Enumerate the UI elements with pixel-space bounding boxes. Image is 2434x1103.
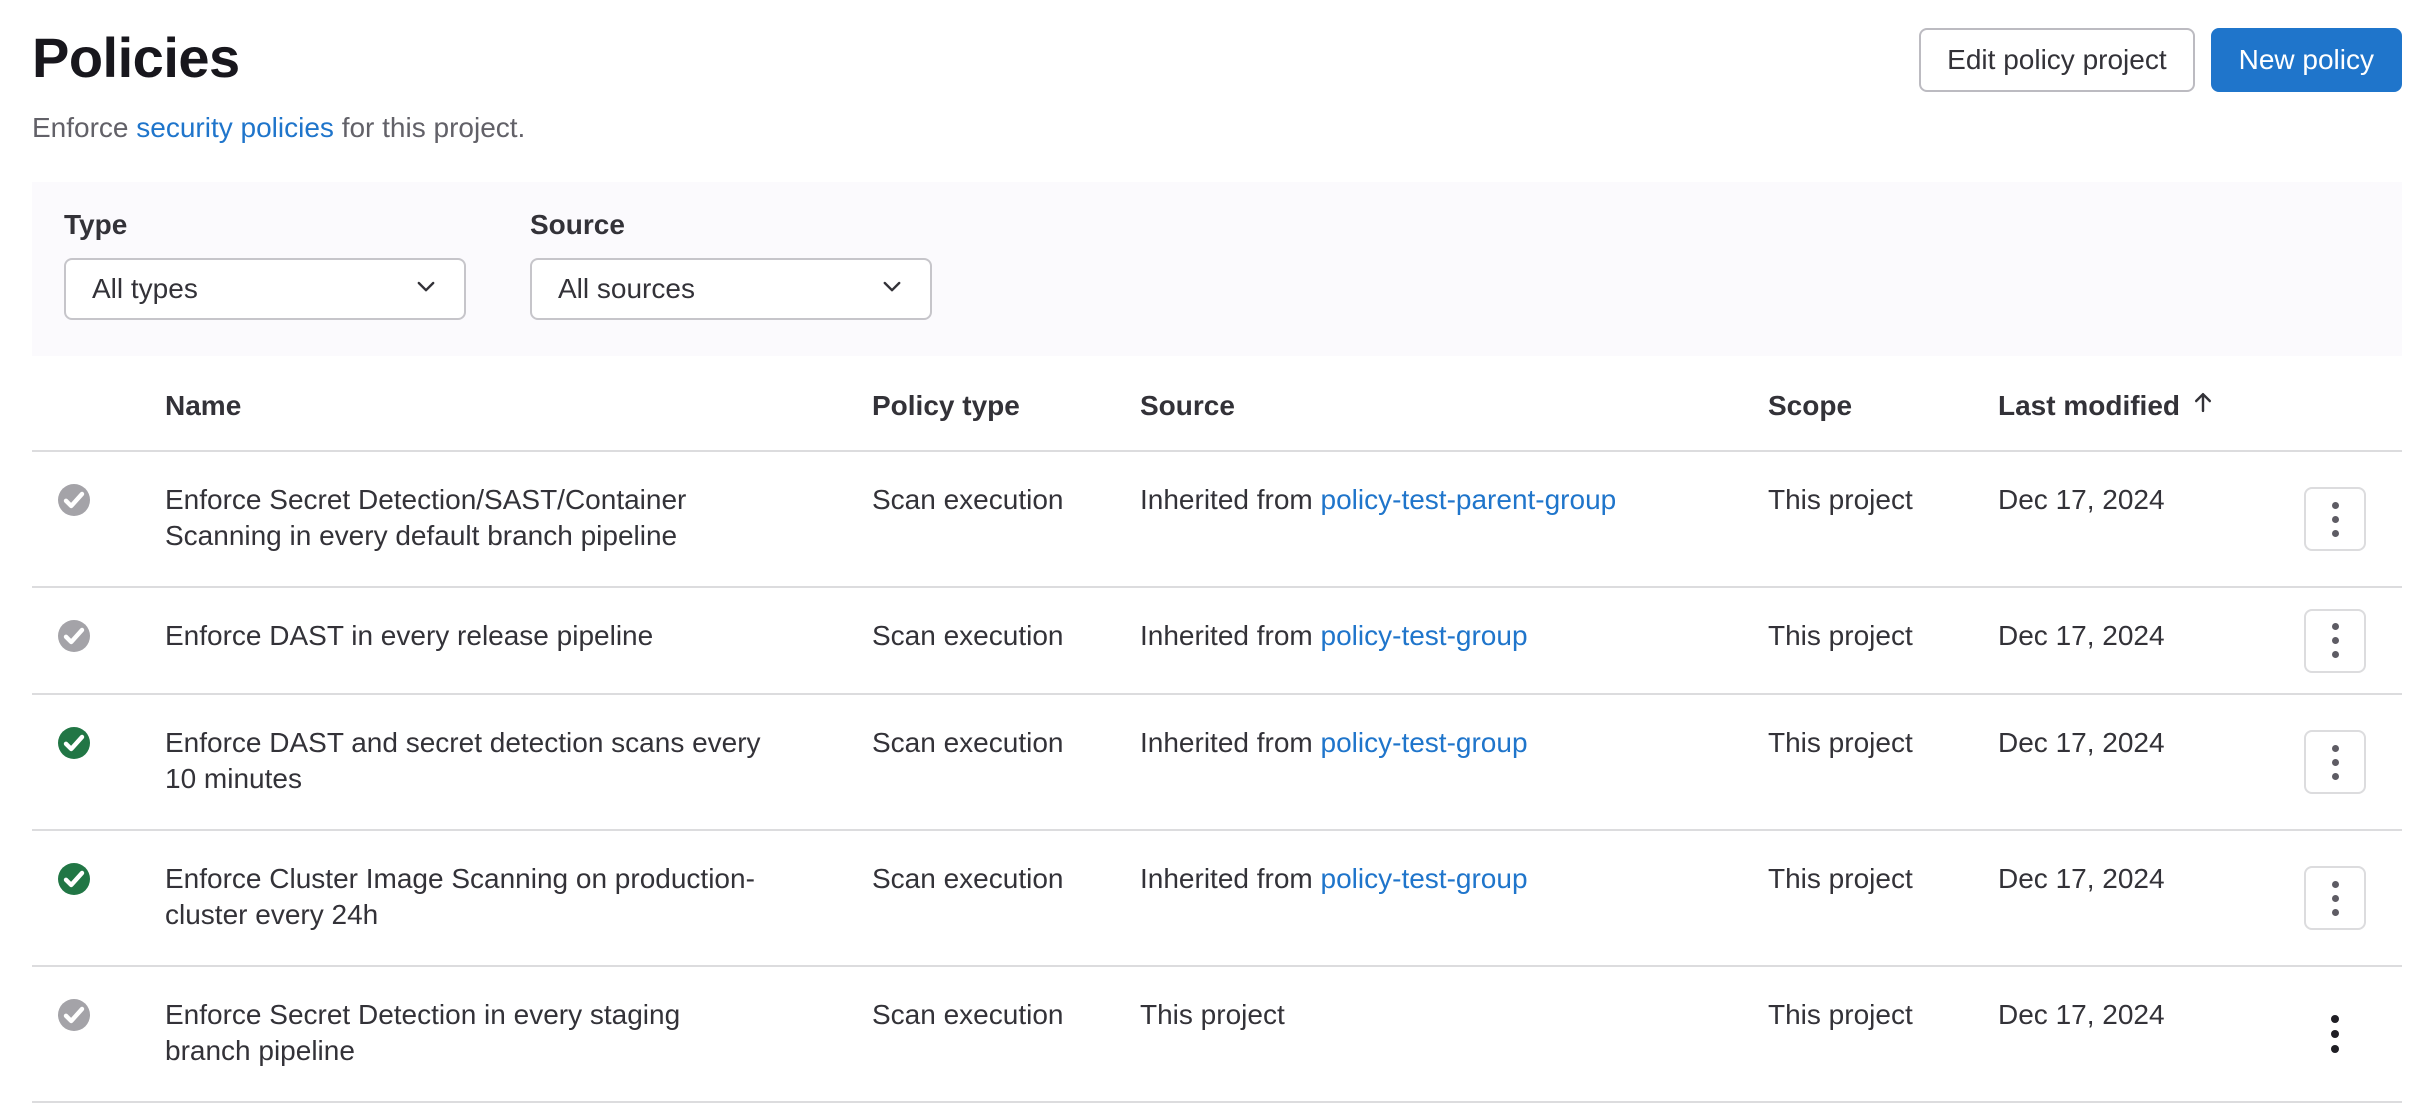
- check-circle-icon: [58, 863, 90, 895]
- kebab-menu-icon[interactable]: [2304, 866, 2366, 930]
- actions-column-header: [2290, 356, 2402, 451]
- policy-type: Scan execution: [872, 966, 1140, 1102]
- source-column-header: Source: [1140, 356, 1768, 451]
- kebab-menu-icon[interactable]: [2304, 730, 2366, 794]
- source-filter-value: All sources: [558, 273, 695, 305]
- policy-source-link[interactable]: policy-test-group: [1321, 863, 1528, 894]
- policy-name: Enforce DAST in every release pipeline: [165, 620, 653, 651]
- policy-scope: This project: [1768, 587, 1998, 694]
- policy-source-text: Inherited from: [1140, 620, 1321, 651]
- policy-status-cell: [32, 694, 165, 830]
- policy-row[interactable]: Enforce DAST in every release pipeline S…: [32, 587, 2402, 694]
- type-filter-select[interactable]: All types: [64, 258, 466, 320]
- policy-row[interactable]: Enforce DAST and secret detection scans …: [32, 694, 2402, 830]
- policy-row[interactable]: Enforce Secret Detection/SAST/Container …: [32, 451, 2402, 587]
- sort-ascending-icon: [2190, 388, 2216, 424]
- policy-row[interactable]: Enforce Secret Detection in every stagin…: [32, 966, 2402, 1102]
- policy-filter-bar: Type All types Source All sources: [32, 182, 2402, 356]
- policy-source-text: Inherited from: [1140, 863, 1321, 894]
- new-policy-button[interactable]: New policy: [2211, 28, 2402, 92]
- last-modified-column-header[interactable]: Last modified: [1998, 356, 2290, 451]
- type-filter-group: Type All types: [64, 208, 466, 320]
- kebab-menu-icon[interactable]: [2304, 609, 2366, 673]
- chevron-down-icon: [414, 273, 438, 305]
- policy-source-text: Inherited from: [1140, 484, 1321, 515]
- chevron-down-icon: [880, 273, 904, 305]
- policy-last-modified: Dec 17, 2024: [1998, 451, 2290, 587]
- name-column-header: Name: [165, 356, 872, 451]
- policy-scope: This project: [1768, 966, 1998, 1102]
- status-column-header: [32, 356, 165, 451]
- last-modified-label: Last modified: [1998, 388, 2180, 424]
- check-circle-icon: [58, 620, 90, 652]
- policy-type: Scan execution: [872, 587, 1140, 694]
- policy-source-link[interactable]: policy-test-group: [1321, 727, 1528, 758]
- policy-type: Scan execution: [872, 694, 1140, 830]
- policy-scope: This project: [1768, 830, 1998, 966]
- policy-last-modified: Dec 17, 2024: [1998, 966, 2290, 1102]
- policy-name: Enforce Secret Detection/SAST/Container …: [165, 484, 686, 551]
- policy-scope: This project: [1768, 694, 1998, 830]
- page-header: Policies Enforce security policies for t…: [32, 0, 2402, 146]
- policy-status-cell: [32, 830, 165, 966]
- policy-scope: This project: [1768, 451, 1998, 587]
- subtitle-text: Enforce: [32, 112, 136, 143]
- subtitle-text: for this project.: [334, 112, 525, 143]
- policy-name: Enforce DAST and secret detection scans …: [165, 727, 761, 794]
- check-circle-icon: [58, 999, 90, 1031]
- policy-source-link[interactable]: policy-test-parent-group: [1321, 484, 1617, 515]
- check-circle-icon: [58, 484, 90, 516]
- policy-source-link[interactable]: policy-test-group: [1321, 620, 1528, 651]
- check-circle-icon: [58, 727, 90, 759]
- policy-type: Scan execution: [872, 830, 1140, 966]
- policy-last-modified: Dec 17, 2024: [1998, 694, 2290, 830]
- policy-last-modified: Dec 17, 2024: [1998, 830, 2290, 966]
- policy-name: Enforce Cluster Image Scanning on produc…: [165, 863, 755, 930]
- policy-type-column-header: Policy type: [872, 356, 1140, 451]
- source-filter-group: Source All sources: [530, 208, 932, 320]
- kebab-menu-icon[interactable]: [2304, 487, 2366, 551]
- kebab-menu-icon[interactable]: [2304, 1002, 2366, 1066]
- scope-column-header: Scope: [1768, 356, 1998, 451]
- policy-last-modified: Dec 17, 2024: [1998, 587, 2290, 694]
- source-filter-select[interactable]: All sources: [530, 258, 932, 320]
- page-title: Policies: [32, 26, 525, 90]
- edit-policy-project-button[interactable]: Edit policy project: [1919, 28, 2194, 92]
- policy-status-cell: [32, 451, 165, 587]
- policy-source-text: This project: [1140, 999, 1285, 1030]
- policy-status-cell: [32, 966, 165, 1102]
- policy-status-cell: [32, 587, 165, 694]
- page-header-text: Policies Enforce security policies for t…: [32, 26, 525, 146]
- source-filter-label: Source: [530, 208, 932, 242]
- table-header-row: Name Policy type Source Scope Last modif…: [32, 356, 2402, 451]
- type-filter-label: Type: [64, 208, 466, 242]
- policies-table: Name Policy type Source Scope Last modif…: [32, 356, 2402, 1103]
- header-actions: Edit policy project New policy: [1919, 28, 2402, 92]
- page-subtitle: Enforce security policies for this proje…: [32, 110, 525, 146]
- policy-source-text: Inherited from: [1140, 727, 1321, 758]
- type-filter-value: All types: [92, 273, 198, 305]
- security-policies-link[interactable]: security policies: [136, 112, 334, 143]
- policy-type: Scan execution: [872, 451, 1140, 587]
- policy-row[interactable]: Enforce Cluster Image Scanning on produc…: [32, 830, 2402, 966]
- policy-name: Enforce Secret Detection in every stagin…: [165, 999, 680, 1066]
- policies-page: Policies Enforce security policies for t…: [0, 0, 2434, 1103]
